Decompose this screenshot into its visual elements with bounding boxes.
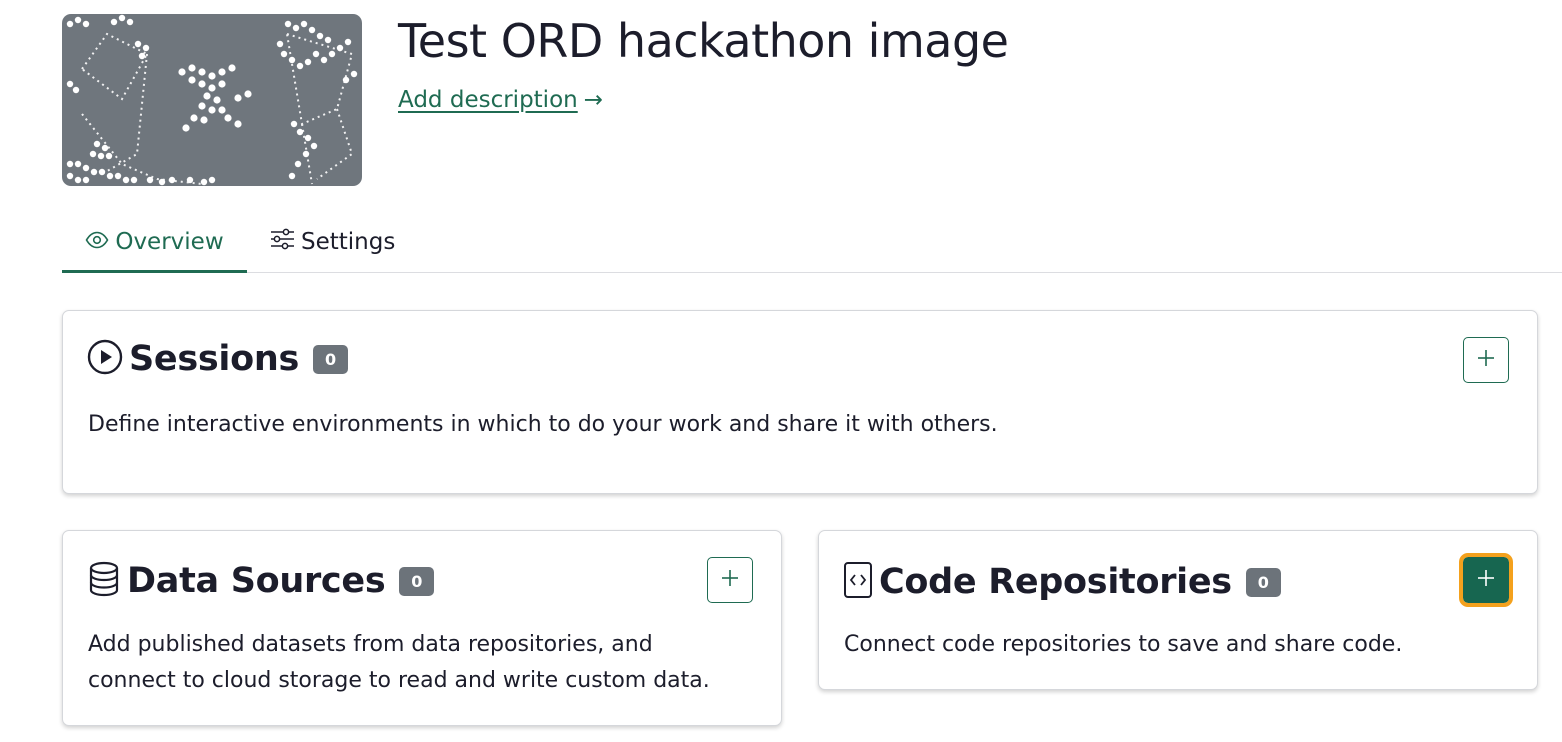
data-sources-card: Data Sources 0 Add published datasets fr… [62, 530, 782, 726]
sessions-title: Sessions [129, 339, 300, 379]
code-repositories-card: Code Repositories 0 Connect code reposit… [818, 530, 1538, 690]
add-code-repository-button[interactable] [1459, 553, 1513, 607]
data-sources-header: Data Sources 0 [87, 561, 435, 601]
sessions-card: Sessions 0 Define interactive environmen… [62, 310, 1538, 494]
plus-icon [1477, 349, 1495, 371]
tab-bar-divider [62, 272, 1562, 273]
project-image [62, 14, 362, 186]
data-sources-count-badge: 0 [399, 566, 435, 596]
tab-overview[interactable]: Overview [62, 214, 247, 273]
tab-bar: Overview Settings [62, 214, 1562, 273]
tab-settings[interactable]: Settings [270, 214, 395, 270]
plus-icon [721, 569, 739, 591]
code-repositories-description: Connect code repositories to save and sh… [844, 632, 1403, 657]
page-title: Test ORD hackathon image [398, 14, 1009, 68]
eye-icon [85, 229, 115, 255]
sessions-description: Define interactive environments in which… [88, 412, 998, 437]
data-sources-description-line2: connect to cloud storage to read and wri… [88, 668, 710, 693]
data-sources-description: Add published datasets from data reposit… [88, 627, 710, 699]
add-session-button[interactable] [1463, 337, 1509, 383]
play-circle-icon [87, 339, 123, 379]
sliders-icon [270, 228, 301, 256]
code-repositories-header: Code Repositories 0 [843, 561, 1281, 603]
tab-settings-label: Settings [301, 229, 396, 255]
sessions-count-badge: 0 [313, 344, 349, 374]
add-description-link[interactable]: Add description → [398, 84, 603, 116]
arrow-right-icon: → [583, 87, 604, 113]
add-data-source-button[interactable] [707, 557, 753, 603]
code-repositories-title: Code Repositories [879, 562, 1232, 602]
data-sources-title: Data Sources [127, 561, 386, 601]
active-tab-indicator [62, 270, 247, 273]
sessions-header: Sessions 0 [87, 339, 349, 379]
data-sources-description-line1: Add published datasets from data reposit… [88, 632, 653, 657]
tab-overview-label: Overview [115, 229, 224, 255]
add-description-label: Add description [398, 87, 578, 113]
code-repositories-count-badge: 0 [1245, 567, 1281, 597]
plus-icon [1477, 569, 1495, 591]
database-icon [87, 561, 121, 601]
code-file-icon [843, 561, 873, 603]
